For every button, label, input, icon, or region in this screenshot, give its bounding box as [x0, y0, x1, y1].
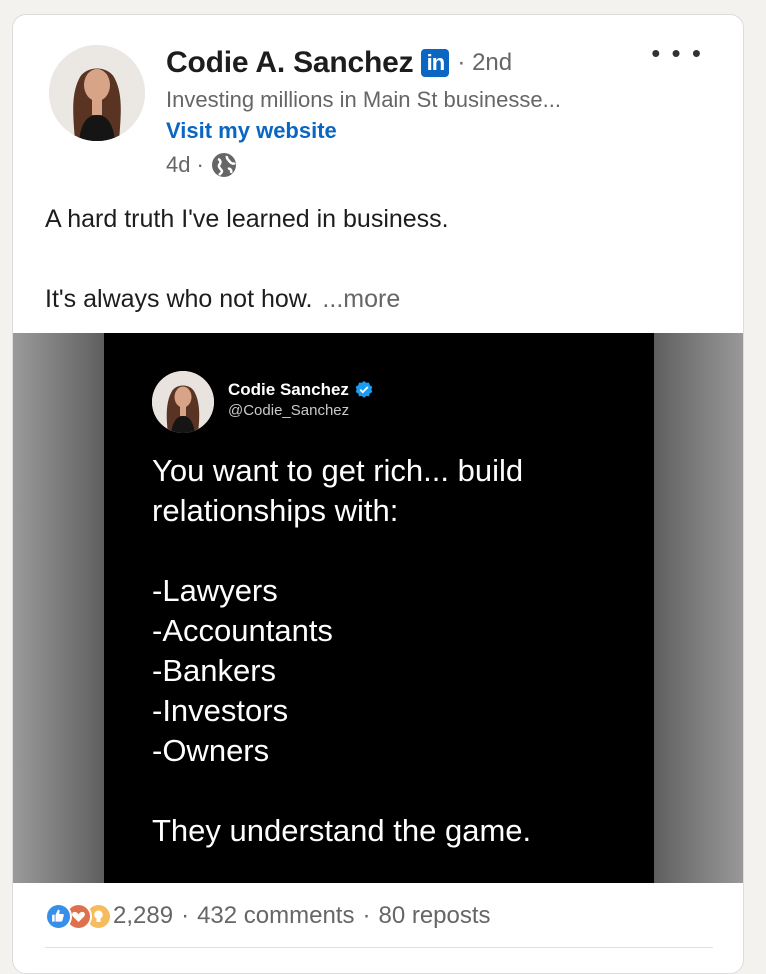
- comments-count[interactable]: 432 comments: [197, 902, 354, 930]
- post-text: A hard truth I've learned in business. I…: [45, 203, 705, 315]
- more-options-icon[interactable]: • • •: [651, 40, 703, 66]
- like-icon: [45, 902, 72, 930]
- author-avatar[interactable]: [49, 45, 145, 141]
- tweet-line: [152, 771, 632, 811]
- tweet-author-handle: @Codie_Sanchez: [228, 402, 350, 419]
- post-image[interactable]: Codie Sanchez @Codie_Sanchez You want to…: [13, 333, 743, 883]
- globe-icon: [211, 153, 236, 177]
- tweet-line: relationships with:: [152, 493, 399, 528]
- visit-website-link[interactable]: Visit my website: [166, 118, 337, 144]
- tweet-line: -Lawyers: [152, 573, 278, 608]
- see-more-button[interactable]: ...more: [322, 285, 400, 313]
- connection-degree: · 2nd: [457, 49, 513, 76]
- tweet-line: -Investors: [152, 693, 289, 728]
- tweet-screenshot: Codie Sanchez @Codie_Sanchez You want to…: [104, 333, 654, 883]
- divider: [45, 947, 713, 948]
- tweet-author-name: Codie Sanchez: [228, 380, 349, 399]
- post-timestamp: 4d ·: [166, 150, 238, 180]
- reaction-icons[interactable]: [45, 902, 112, 930]
- reaction-count[interactable]: 2,289: [113, 902, 173, 930]
- author-name-row: Codie A. Sanchez in · 2nd: [166, 43, 512, 83]
- linkedin-premium-icon: in: [421, 49, 450, 77]
- tweet-line: You want to get rich... build: [152, 453, 524, 488]
- social-counts: 2,289 · 432 comments · 80 reposts: [45, 899, 491, 933]
- tweet-author-row: Codie Sanchez: [228, 380, 374, 400]
- reposts-count[interactable]: 80 reposts: [378, 902, 490, 930]
- tweet-line: -Accountants: [152, 613, 333, 648]
- post-text-line: A hard truth I've learned in business.: [45, 205, 449, 233]
- tweet-author-avatar: [152, 371, 214, 433]
- author-headline: Investing millions in Main St businesse.…: [166, 87, 561, 112]
- feed-post-card: Codie A. Sanchez in · 2nd Investing mill…: [12, 14, 744, 974]
- tweet-line: [152, 531, 632, 571]
- tweet-body: You want to get rich... build relationsh…: [152, 451, 632, 851]
- tweet-line: They understand the game.: [152, 813, 532, 848]
- tweet-line: -Bankers: [152, 653, 277, 688]
- tweet-line: -Owners: [152, 733, 270, 768]
- post-text-line: It's always who not how. ...more: [45, 285, 401, 313]
- author-name[interactable]: Codie A. Sanchez: [166, 46, 414, 80]
- verified-badge-icon: [355, 381, 373, 398]
- time-ago: 4d: [166, 152, 191, 177]
